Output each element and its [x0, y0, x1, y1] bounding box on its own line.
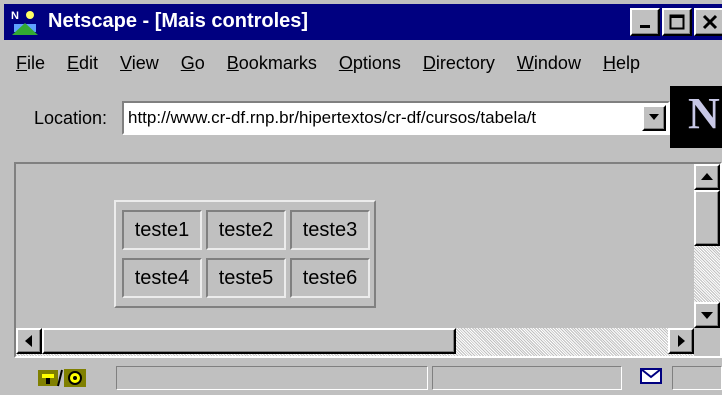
content-frame: teste1 teste2 teste3 teste4 teste5 teste… [14, 162, 722, 358]
table-cell: teste4 [122, 258, 202, 298]
menu-help[interactable]: Help [603, 53, 640, 74]
vertical-scrollbar[interactable] [694, 164, 720, 328]
page-area: teste1 teste2 teste3 teste4 teste5 teste… [16, 164, 694, 328]
menu-directory[interactable]: Directory [423, 53, 495, 74]
menu-bookmarks-rest: ookmarks [238, 52, 317, 73]
menu-file[interactable]: File [16, 53, 45, 74]
table-cell: teste1 [122, 210, 202, 250]
netscape-app-icon[interactable]: N [10, 7, 40, 37]
test-table: teste1 teste2 teste3 teste4 teste5 teste… [114, 200, 376, 308]
horizontal-scroll-thumb[interactable] [42, 328, 456, 354]
menu-window[interactable]: Window [517, 53, 581, 74]
netscape-logo-letter: N [688, 89, 720, 138]
menu-view[interactable]: View [120, 53, 159, 74]
minimize-icon [640, 25, 650, 28]
menu-go[interactable]: Go [181, 53, 205, 74]
scroll-up-button[interactable] [694, 164, 720, 190]
menu-bar: File Edit View Go Bookmarks Options Dire… [4, 44, 722, 82]
arrow-right-icon [678, 335, 685, 347]
minimize-button[interactable] [630, 8, 660, 36]
menu-file-mnemonic: F [16, 52, 27, 73]
close-icon [702, 14, 718, 30]
netscape-logo[interactable]: N [670, 86, 722, 148]
vertical-scroll-thumb[interactable] [694, 190, 720, 246]
menu-edit-mnemonic: E [67, 52, 80, 73]
progress-panel [432, 366, 622, 390]
scroll-right-button[interactable] [668, 328, 694, 354]
menu-file-rest: ile [27, 52, 46, 73]
security-key-icon[interactable] [34, 366, 92, 390]
menu-options-rest: ptions [352, 52, 401, 73]
menu-view-mnemonic: V [120, 52, 132, 73]
title-bar[interactable]: N Netscape - [Mais controles] [4, 4, 722, 40]
status-bar [4, 360, 722, 395]
maximize-button[interactable] [662, 8, 692, 36]
menu-options-mnemonic: O [338, 52, 353, 73]
menu-help-rest: elp [615, 52, 640, 73]
location-dropdown-button[interactable] [642, 105, 666, 131]
mail-icon[interactable] [640, 368, 662, 384]
location-url[interactable]: http://www.cr-df.rnp.br/hipertextos/cr-d… [128, 108, 646, 128]
menu-directory-rest: irectory [435, 52, 495, 73]
status-message-panel [116, 366, 428, 390]
close-button[interactable] [694, 8, 722, 36]
menu-edit[interactable]: Edit [67, 53, 98, 74]
table-cell: teste3 [290, 210, 370, 250]
arrow-down-icon [701, 312, 713, 319]
svg-text:N: N [11, 10, 19, 22]
menu-help-mnemonic: H [602, 52, 616, 73]
menu-go-mnemonic: G [180, 52, 195, 73]
menu-view-rest: iew [131, 52, 159, 73]
maximize-icon [669, 14, 685, 30]
menu-window-rest: indow [533, 52, 581, 73]
window-title: Netscape - [Mais controles] [48, 10, 309, 32]
horizontal-scrollbar[interactable] [16, 328, 694, 356]
scroll-down-button[interactable] [694, 302, 720, 328]
location-label: Location: [34, 108, 108, 128]
menu-bookmarks-mnemonic: B [226, 52, 239, 73]
table-cell: teste2 [206, 210, 286, 250]
status-right-panel [672, 366, 722, 390]
arrow-left-icon [25, 335, 32, 347]
table-cell: teste6 [290, 258, 370, 298]
menu-directory-mnemonic: D [422, 52, 436, 73]
menu-window-mnemonic: W [516, 52, 534, 73]
menu-go-rest: o [194, 52, 205, 73]
menu-bookmarks[interactable]: Bookmarks [227, 53, 317, 74]
location-input[interactable]: http://www.cr-df.rnp.br/hipertextos/cr-d… [122, 101, 670, 135]
dropdown-arrow-icon [649, 114, 659, 120]
menu-options[interactable]: Options [339, 53, 401, 74]
location-toolbar: Location: http://www.cr-df.rnp.br/hipert… [4, 86, 722, 150]
scroll-left-button[interactable] [16, 328, 42, 354]
arrow-up-icon [701, 173, 713, 180]
table-cell: teste5 [206, 258, 286, 298]
menu-edit-rest: dit [79, 52, 99, 73]
